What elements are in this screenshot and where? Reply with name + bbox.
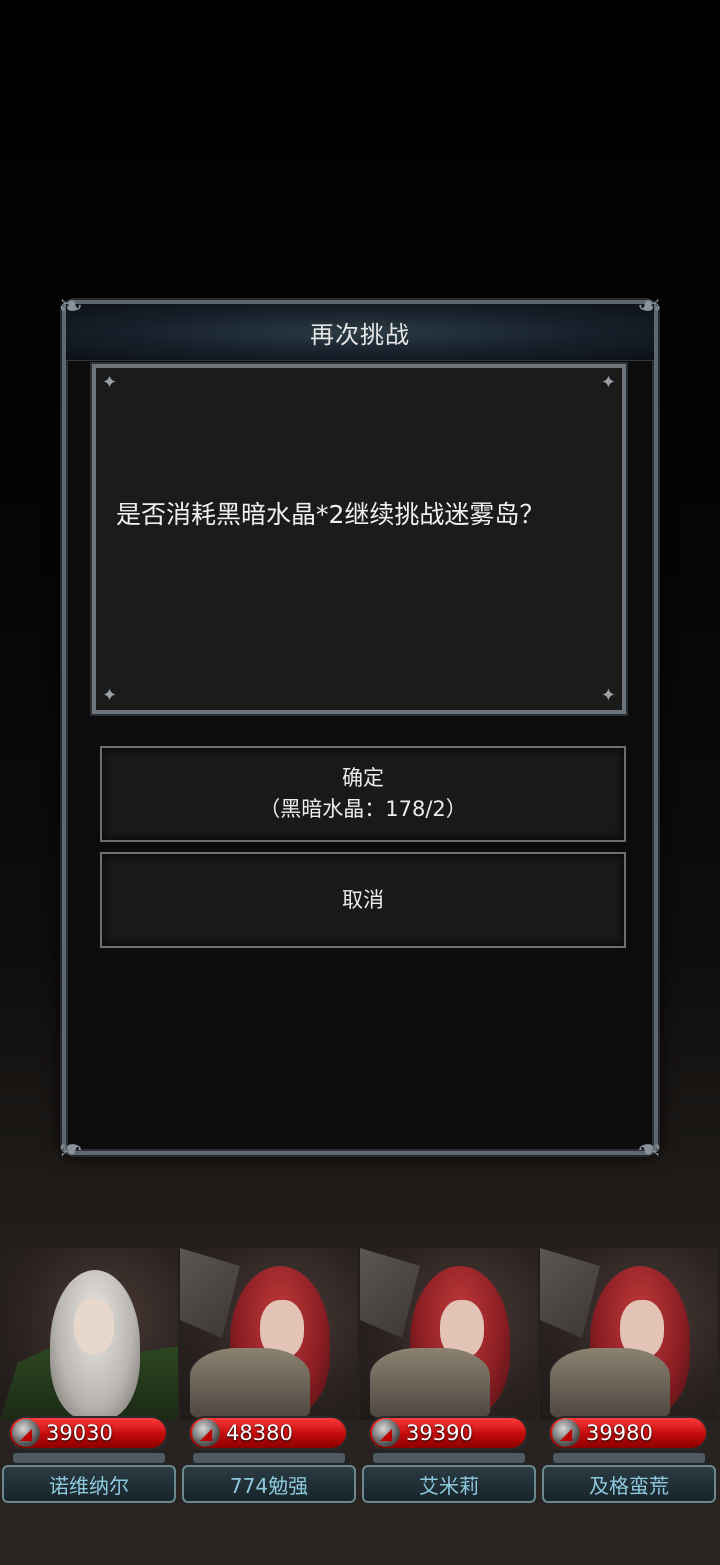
hero-name: 及格蛮荒 — [589, 1473, 669, 1498]
dialog-title-bar: 再次挑战 — [66, 304, 654, 361]
corner-ornament-icon: ❧ — [58, 289, 84, 324]
hero-name: 774勉强 — [229, 1473, 309, 1498]
power-bar: ◢ 39980 — [548, 1416, 708, 1450]
confirm-cost: （黑暗水晶：178/2） — [259, 797, 467, 821]
corner-ornament-icon: ❧ — [636, 289, 662, 324]
hero-name-plate: 774勉强 — [182, 1465, 356, 1503]
power-value: 39390 — [406, 1421, 473, 1445]
corner-ornament-icon: ❧ — [636, 1131, 662, 1166]
sparkle-icon: ✦ — [102, 685, 118, 706]
sub-bar — [552, 1452, 706, 1464]
rechallenge-dialog: 再次挑战 ❧ ❧ ❧ ❧ ✦ ✦ ✦ ✦ 是否消耗黑暗水晶*2继续挑战迷雾岛？ … — [58, 289, 662, 1166]
power-value: 48380 — [226, 1421, 293, 1445]
sub-bar — [12, 1452, 166, 1464]
hero-roster: ◢ 39030 诺维纳尔 ◢ 48380 774勉强 ◢ 39390 艾米莉 ◢… — [0, 1248, 720, 1508]
dialog-message: 是否消耗黑暗水晶*2继续挑战迷雾岛？ — [116, 500, 545, 529]
hero-card[interactable]: ◢ 39980 及格蛮荒 — [540, 1248, 718, 1508]
hero-portrait — [360, 1248, 538, 1420]
hero-portrait — [540, 1248, 718, 1420]
hero-card[interactable]: ◢ 48380 774勉强 — [180, 1248, 358, 1508]
hero-name: 艾米莉 — [419, 1473, 479, 1498]
power-bar: ◢ 39390 — [368, 1416, 528, 1450]
confirm-button[interactable]: 确定 （黑暗水晶：178/2） — [100, 746, 626, 842]
power-value: 39980 — [586, 1421, 653, 1445]
confirm-label: 确定 — [342, 766, 384, 790]
cancel-button[interactable]: 取消 — [100, 852, 626, 948]
sub-bar — [192, 1452, 346, 1464]
hero-card[interactable]: ◢ 39030 诺维纳尔 — [0, 1248, 178, 1508]
cancel-label: 取消 — [342, 887, 384, 912]
power-value: 39030 — [46, 1421, 113, 1445]
sub-bar — [372, 1452, 526, 1464]
sparkle-icon: ✦ — [600, 685, 616, 706]
hero-portrait — [0, 1248, 178, 1420]
power-icon: ◢ — [12, 1419, 40, 1447]
hero-name-plate: 及格蛮荒 — [542, 1465, 716, 1503]
power-bar: ◢ 48380 — [188, 1416, 348, 1450]
power-icon: ◢ — [372, 1419, 400, 1447]
hero-name-plate: 艾米莉 — [362, 1465, 536, 1503]
power-icon: ◢ — [552, 1419, 580, 1447]
hero-name: 诺维纳尔 — [49, 1473, 129, 1498]
hero-card[interactable]: ◢ 39390 艾米莉 — [360, 1248, 538, 1508]
dialog-title: 再次挑战 — [310, 320, 410, 349]
message-panel: ✦ ✦ ✦ ✦ 是否消耗黑暗水晶*2继续挑战迷雾岛？ — [90, 362, 628, 716]
corner-ornament-icon: ❧ — [58, 1131, 84, 1166]
power-icon: ◢ — [192, 1419, 220, 1447]
sparkle-icon: ✦ — [600, 372, 616, 393]
sparkle-icon: ✦ — [102, 372, 118, 393]
hero-name-plate: 诺维纳尔 — [2, 1465, 176, 1503]
hero-portrait — [180, 1248, 358, 1420]
power-bar: ◢ 39030 — [8, 1416, 168, 1450]
